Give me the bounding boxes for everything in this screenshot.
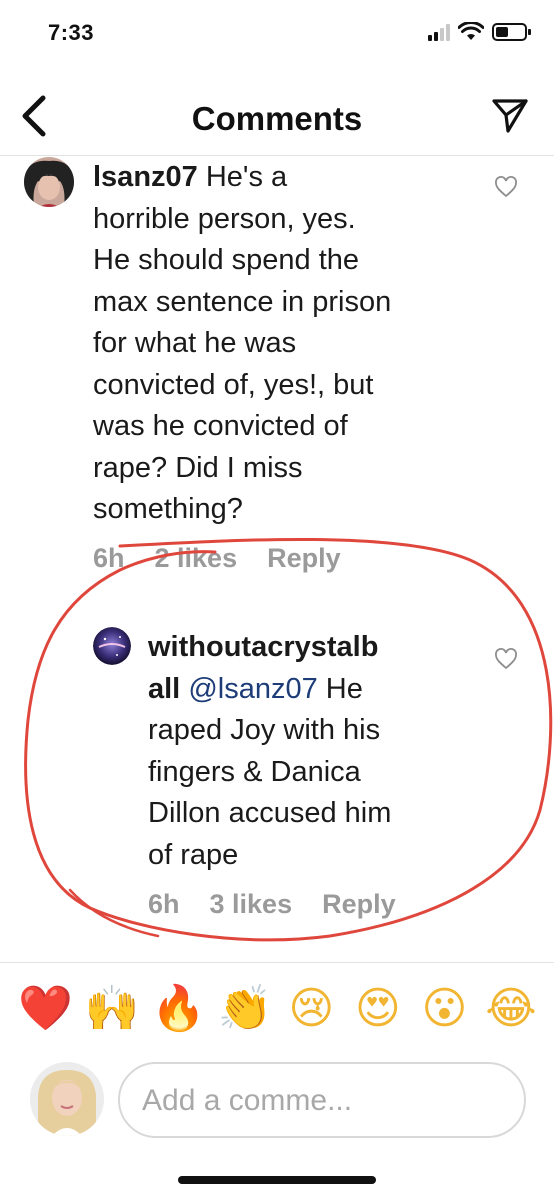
heart-icon[interactable] <box>494 175 518 199</box>
comment-input[interactable] <box>142 1078 512 1124</box>
home-indicator[interactable] <box>178 1176 376 1184</box>
reply-button[interactable]: Reply <box>267 543 341 574</box>
comment-likes[interactable]: 2 likes <box>155 543 238 574</box>
page-title: Comments <box>191 100 363 137</box>
reaction-raised-hands-icon[interactable]: 🙌 <box>85 980 140 1038</box>
nav-header: Comments <box>0 80 554 156</box>
reaction-heart-icon[interactable]: ❤️ <box>18 980 73 1038</box>
comment-meta: 6h 3 likes Reply <box>148 889 426 920</box>
reaction-surprised-face-icon[interactable]: 😮 <box>417 980 471 1038</box>
reaction-heart-eyes-icon[interactable]: 😍 <box>351 980 405 1038</box>
heart-icon[interactable] <box>494 647 518 671</box>
comment-composer <box>0 1062 554 1142</box>
reaction-crying-face-icon[interactable]: 😢 <box>284 980 338 1038</box>
reaction-fire-icon[interactable]: 🔥 <box>151 980 206 1038</box>
status-time: 7:33 <box>48 20 95 45</box>
share-button[interactable] <box>488 94 532 138</box>
current-user-avatar <box>30 1062 104 1136</box>
reply-comment-item: withoutacrystalb all @lsanz07 He raped J… <box>0 627 554 927</box>
comment-meta: 6h 2 likes Reply <box>93 543 371 574</box>
commenter-avatar[interactable] <box>93 627 131 665</box>
comment-time: 6h <box>148 889 180 919</box>
comment-input-container <box>118 1062 526 1138</box>
reaction-clapping-hands-icon[interactable]: 👏 <box>218 980 273 1038</box>
quick-reaction-bar: ❤️ 🙌 🔥 👏 😢 😍 😮 😂 <box>18 980 538 1038</box>
status-icons <box>428 22 532 42</box>
paper-plane-icon <box>492 99 528 133</box>
comment-time: 6h <box>93 543 125 573</box>
status-bar: 7:33 <box>0 0 554 70</box>
comment-username[interactable]: lsanz07 <box>93 161 198 193</box>
comments-list[interactable]: lsanz07 He's a horrible person, yes. He … <box>0 157 554 957</box>
reply-comment-body: withoutacrystalb all @lsanz07 He raped J… <box>148 627 538 876</box>
comment-username[interactable]: withoutacrystalb <box>148 627 538 669</box>
reaction-laughing-face-icon[interactable]: 😂 <box>484 980 538 1038</box>
mention-link[interactable]: @lsanz07 <box>188 673 317 705</box>
reply-button[interactable]: Reply <box>322 889 396 920</box>
commenter-avatar[interactable] <box>24 157 74 207</box>
divider <box>0 962 554 963</box>
comment-likes[interactable]: 3 likes <box>210 889 293 920</box>
cellular-signal-icon <box>428 23 450 41</box>
wifi-icon <box>458 22 484 40</box>
comment-body: lsanz07 He's a horrible person, yes. He … <box>93 161 392 525</box>
comment-item: lsanz07 He's a horrible person, yes. He … <box>0 157 554 587</box>
battery-icon <box>492 23 531 41</box>
